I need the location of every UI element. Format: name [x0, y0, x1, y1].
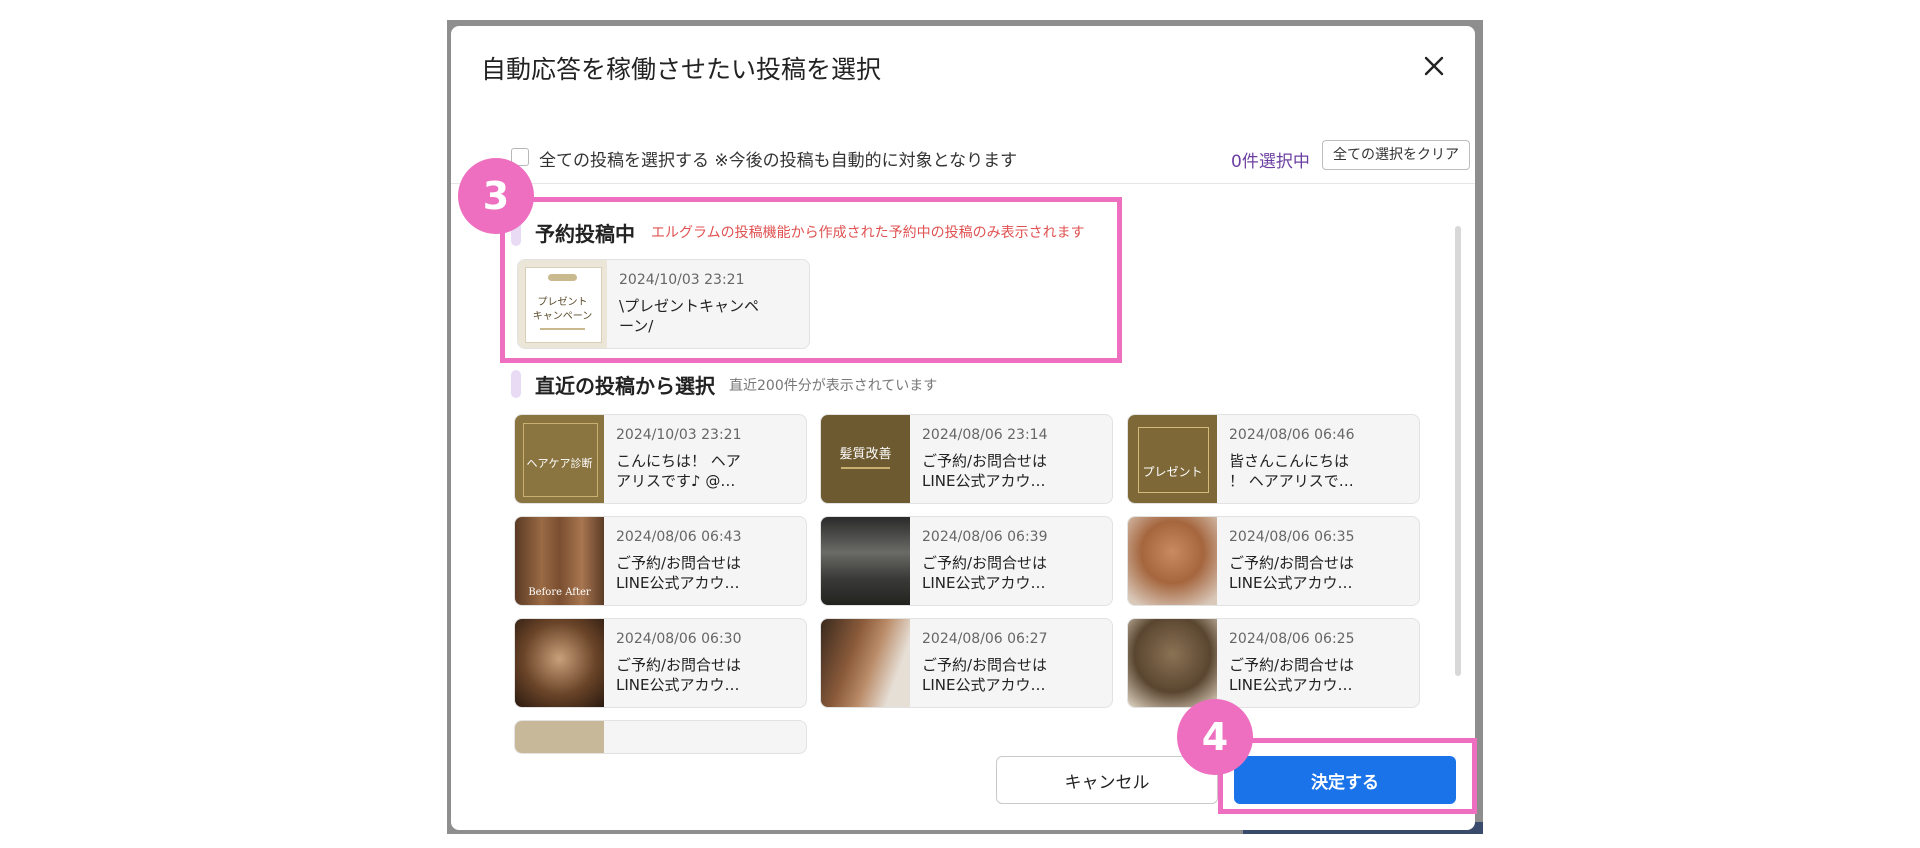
scheduled-section-title: 予約投稿中 [535, 222, 635, 246]
thumb-text: プレゼント [537, 297, 588, 308]
divider [451, 183, 1475, 184]
post-date: 2024/08/06 06:46 [1229, 427, 1355, 443]
post-card[interactable]: 2024/08/06 06:30 ご予約/お問合せは LINE公式アカウ… [514, 618, 807, 708]
post-thumbnail [1128, 517, 1217, 605]
post-text: ご予約/お問合せは LINE公式アカウ… [922, 554, 1048, 592]
thumb-text: プレゼント [1142, 465, 1203, 479]
post-date: 2024/08/06 23:14 [922, 427, 1048, 443]
post-card[interactable]: 2024/08/06 06:25 ご予約/お問合せは LINE公式アカウ… [1127, 618, 1420, 708]
thumb-text: 髪質改善 [839, 447, 892, 462]
post-thumbnail [821, 517, 910, 605]
post-thumbnail: プレゼント キャンペーン [518, 260, 607, 348]
clear-selection-button[interactable]: 全ての選択をクリア [1322, 140, 1470, 170]
modal-title: 自動応答を稼働させたい投稿を選択 [481, 55, 882, 84]
post-select-modal: 自動応答を稼働させたい投稿を選択 全ての投稿を選択する ※今後の投稿も自動的に対… [451, 26, 1475, 830]
scrollbar-thumb[interactable] [1455, 226, 1461, 676]
post-card[interactable]: ヘアケア診断 2024/10/03 23:21 こんにちは！ ヘア アリスです♪… [514, 414, 807, 504]
post-card[interactable]: 2024/08/06 06:35 ご予約/お問合せは LINE公式アカウ… [1127, 516, 1420, 606]
thumb-text: ヘアケア診断 [526, 457, 593, 470]
post-text: こんにちは！ ヘア アリスです♪ @… [616, 452, 741, 490]
post-text: ご予約/お問合せは LINE公式アカウ… [922, 656, 1048, 694]
step-3-badge: 3 [458, 158, 534, 234]
recent-section-title: 直近の投稿から選択 [535, 374, 715, 398]
post-card[interactable]: Before After 2024/08/06 06:43 ご予約/お問合せは … [514, 516, 807, 606]
close-button[interactable] [1416, 48, 1452, 84]
post-thumbnail: プレゼント [1128, 415, 1217, 503]
thumb-text: Before After [528, 587, 591, 598]
post-date: 2024/08/06 06:30 [616, 631, 742, 647]
post-date: 2024/08/06 06:35 [1229, 529, 1355, 545]
post-date: 2024/08/06 06:25 [1229, 631, 1355, 647]
post-card[interactable]: 髪質改善 2024/08/06 23:14 ご予約/お問合せは LINE公式アカ… [820, 414, 1113, 504]
recent-section-note: 直近200件分が表示されています [729, 378, 938, 394]
post-thumbnail [515, 619, 604, 707]
cancel-button[interactable]: キャンセル [996, 756, 1218, 804]
post-thumbnail: 髪質改善 [821, 415, 910, 503]
post-text: \プレゼントキャンペ ーン/ [619, 297, 760, 335]
post-card[interactable]: 2024/08/06 06:27 ご予約/お問合せは LINE公式アカウ… [820, 618, 1113, 708]
post-thumbnail [515, 721, 604, 753]
thumb-text: キャンペーン [532, 311, 593, 322]
post-card[interactable]: プレゼント 2024/08/06 06:46 皆さんこんにちは ！ ヘアアリスで… [1127, 414, 1420, 504]
post-text: ご予約/お問合せは LINE公式アカウ… [1229, 656, 1355, 694]
scheduled-section-note: エルグラムの投稿機能から作成された予約中の投稿のみ表示されます [651, 225, 1085, 241]
select-all-row: 全ての投稿を選択する ※今後の投稿も自動的に対象となります 0件選択中 全ての選… [511, 140, 1470, 176]
selected-count: 0件選択中 [1231, 152, 1310, 172]
post-card-partial[interactable] [514, 720, 807, 754]
post-date: 2024/08/06 06:39 [922, 529, 1048, 545]
post-thumbnail [821, 619, 910, 707]
post-text: ご予約/お問合せは LINE公式アカウ… [1229, 554, 1355, 592]
post-text: 皆さんこんにちは ！ ヘアアリスで… [1229, 452, 1354, 490]
post-date: 2024/08/06 06:43 [616, 529, 742, 545]
close-icon [1424, 56, 1444, 76]
post-text: ご予約/お問合せは LINE公式アカウ… [616, 656, 742, 694]
post-thumbnail: Before After [515, 517, 604, 605]
section-marker [511, 370, 521, 398]
post-text: ご予約/お問合せは LINE公式アカウ… [616, 554, 742, 592]
confirm-button[interactable]: 決定する [1234, 756, 1456, 804]
select-all-label[interactable]: 全ての投稿を選択する ※今後の投稿も自動的に対象となります [539, 146, 1017, 171]
scheduled-post-card[interactable]: プレゼント キャンペーン 2024/10/03 23:21 \プレゼントキャンペ… [517, 259, 810, 349]
post-thumbnail [1128, 619, 1217, 707]
post-card[interactable]: 2024/08/06 06:39 ご予約/お問合せは LINE公式アカウ… [820, 516, 1113, 606]
post-date: 2024/10/03 23:21 [619, 272, 745, 288]
post-thumbnail: ヘアケア診断 [515, 415, 604, 503]
post-date: 2024/10/03 23:21 [616, 427, 742, 443]
post-text: ご予約/お問合せは LINE公式アカウ… [922, 452, 1048, 490]
step-4-badge: 4 [1177, 699, 1253, 775]
post-date: 2024/08/06 06:27 [922, 631, 1048, 647]
